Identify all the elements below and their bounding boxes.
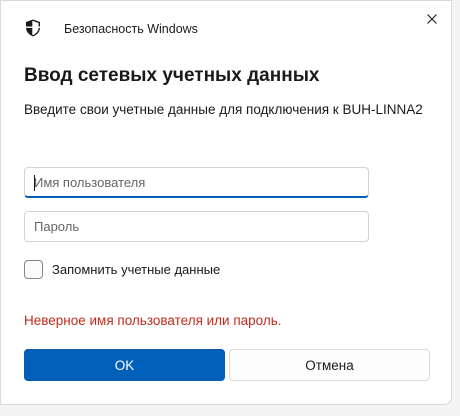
close-button[interactable] [419, 7, 445, 33]
dialog-heading: Ввод сетевых учетных данных [24, 65, 320, 86]
title-bar: Безопасность Windows [1, 1, 451, 53]
error-message: Неверное имя пользователя или пароль. [24, 313, 282, 328]
shield-icon [25, 19, 41, 37]
checkbox-label[interactable]: Запомнить учетные данные [52, 262, 220, 277]
text-caret [34, 175, 35, 191]
remember-credentials-checkbox[interactable]: Запомнить учетные данные [24, 259, 220, 280]
dialog-description: Введите свои учетные данные для подключе… [24, 102, 423, 117]
credentials-dialog: Безопасность Windows Ввод сетевых учетны… [0, 0, 452, 405]
ok-button[interactable]: OK [24, 349, 225, 381]
page: Безопасность Windows Ввод сетевых учетны… [0, 0, 460, 416]
username-input[interactable] [24, 167, 369, 198]
app-title: Безопасность Windows [64, 22, 198, 36]
cancel-button[interactable]: Отмена [229, 349, 430, 381]
close-icon [427, 11, 437, 29]
password-input[interactable] [24, 211, 369, 242]
checkbox-box[interactable] [24, 260, 43, 279]
